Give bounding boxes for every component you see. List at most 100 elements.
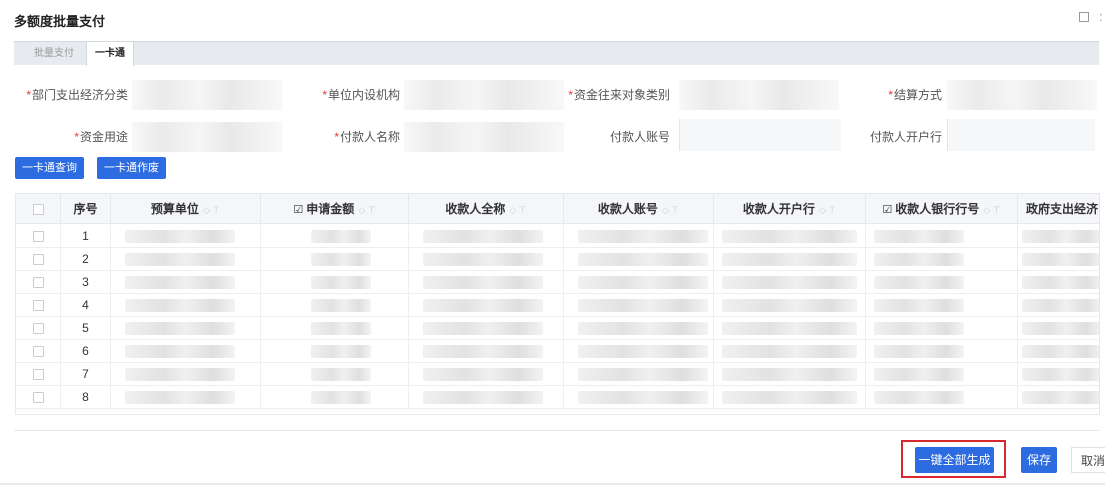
row-checkbox[interactable]: [32, 231, 44, 243]
table-cell-payee: [409, 386, 564, 409]
payer-bank-field[interactable]: [947, 119, 1095, 151]
save-button[interactable]: 保存: [1021, 447, 1057, 473]
select-all-cell[interactable]: [16, 194, 61, 224]
sort-filter-icon[interactable]: ◇ ⊤: [662, 205, 679, 215]
tab-one-card[interactable]: 一卡通: [86, 42, 134, 66]
redacted-value: [423, 253, 543, 266]
table-cell-unit: [111, 363, 261, 386]
table-cell-payee: [409, 340, 564, 363]
redacted-value: [423, 391, 543, 404]
row-checkbox[interactable]: [32, 300, 44, 312]
table-row[interactable]: 8: [16, 386, 1099, 409]
row-select-cell[interactable]: [16, 248, 61, 271]
row-checkbox[interactable]: [32, 323, 44, 335]
table-cell-bank: [714, 248, 866, 271]
redacted-value: [722, 391, 857, 404]
row-checkbox[interactable]: [32, 392, 44, 404]
column-header-budget-unit[interactable]: 预算单位 ◇ ⊤: [111, 194, 261, 224]
column-header-amount[interactable]: ☑ 申请金额 ◇ ⊤: [261, 194, 409, 224]
table-cell-account: [564, 363, 714, 386]
table-cell-amount: [261, 386, 409, 409]
table-cell-bank: [714, 340, 866, 363]
dialog-title: 多额度批量支付: [14, 14, 106, 29]
column-header-payee-account[interactable]: 收款人账号 ◇ ⊤: [564, 194, 714, 224]
row-select-cell[interactable]: [16, 271, 61, 294]
row-select-cell[interactable]: [16, 363, 61, 386]
generate-all-button[interactable]: 一键全部生成: [915, 447, 994, 473]
row-checkbox[interactable]: [32, 277, 44, 289]
table-cell-account: [564, 386, 714, 409]
edit-icon: ☑: [293, 204, 304, 216]
table-cell-unit: [111, 248, 261, 271]
redacted-value: [578, 299, 708, 312]
row-select-cell[interactable]: [16, 317, 61, 340]
table-cell-no: 2: [61, 248, 111, 271]
one-card-query-button[interactable]: 一卡通查询: [15, 157, 84, 179]
table-cell-gov-class: [1018, 363, 1099, 386]
redacted-value: [311, 391, 371, 404]
edit-icon: ☑: [882, 204, 893, 216]
table-cell-bank-code: [866, 363, 1018, 386]
table-row[interactable]: 4: [16, 294, 1099, 317]
table-cell-no: 6: [61, 340, 111, 363]
table-row[interactable]: 5: [16, 317, 1099, 340]
cancel-button[interactable]: 取消: [1071, 447, 1105, 473]
table-cell-bank-code: [866, 386, 1018, 409]
select-all-checkbox[interactable]: [32, 204, 44, 216]
table-row[interactable]: 2: [16, 248, 1099, 271]
column-header-index: 序号: [61, 194, 111, 224]
table-cell-payee: [409, 225, 564, 248]
fund-use-label: *资金用途: [74, 130, 128, 144]
table-cell-gov-class: [1018, 317, 1099, 340]
settle-method-label: *结算方式: [888, 88, 942, 102]
row-checkbox[interactable]: [32, 369, 44, 381]
redacted-value: [578, 276, 708, 289]
table-row[interactable]: 1: [16, 225, 1099, 248]
redacted-value: [874, 230, 964, 243]
maximize-icon[interactable]: [1079, 12, 1089, 22]
cell-value: 6: [82, 344, 89, 358]
sort-filter-icon[interactable]: ◇ ⊤: [509, 205, 526, 215]
column-header-bank-code[interactable]: ☑ 收款人银行行号 ◇ ⊤: [866, 194, 1018, 224]
table-cell-bank: [714, 225, 866, 248]
redacted-value: [125, 230, 235, 243]
table-cell-payee: [409, 363, 564, 386]
redacted-value: [578, 345, 708, 358]
redacted-value: [311, 299, 371, 312]
table-row[interactable]: 7: [16, 363, 1099, 386]
redacted-value: [311, 368, 371, 381]
redacted-value: [874, 391, 964, 404]
table-row[interactable]: 3: [16, 271, 1099, 294]
more-icon[interactable]: :: [1099, 9, 1103, 24]
cell-value: 1: [82, 229, 89, 243]
sort-filter-icon[interactable]: ◇ ⊤: [358, 205, 375, 215]
column-header-payee-bank[interactable]: 收款人开户行 ◇ ⊤: [714, 194, 866, 224]
one-card-void-button[interactable]: 一卡通作废: [97, 157, 166, 179]
cell-value: 5: [82, 321, 89, 335]
redacted-value: [423, 345, 543, 358]
table-cell-no: 3: [61, 271, 111, 294]
row-checkbox[interactable]: [32, 346, 44, 358]
sort-filter-icon[interactable]: ◇ ⊤: [819, 205, 836, 215]
settle-method-field[interactable]: [947, 80, 1097, 110]
redacted-value: [722, 322, 857, 335]
row-select-cell[interactable]: [16, 340, 61, 363]
row-select-cell[interactable]: [16, 225, 61, 248]
table-cell-bank: [714, 271, 866, 294]
table-cell-amount: [261, 225, 409, 248]
redacted-value: [125, 276, 235, 289]
tab-batch-payment[interactable]: 批量支付: [26, 42, 82, 66]
redacted-value: [578, 230, 708, 243]
cell-value: 2: [82, 252, 89, 266]
column-header-payee-name[interactable]: 收款人全称 ◇ ⊤: [409, 194, 564, 224]
sort-filter-icon[interactable]: ◇ ⊤: [203, 205, 220, 215]
row-select-cell[interactable]: [16, 386, 61, 409]
cell-value: 7: [82, 367, 89, 381]
row-checkbox[interactable]: [32, 254, 44, 266]
table-cell-payee: [409, 271, 564, 294]
table-cell-account: [564, 294, 714, 317]
table-row[interactable]: 6: [16, 340, 1099, 363]
sort-filter-icon[interactable]: ◇ ⊤: [983, 205, 1000, 215]
redacted-value: [722, 368, 857, 381]
row-select-cell[interactable]: [16, 294, 61, 317]
